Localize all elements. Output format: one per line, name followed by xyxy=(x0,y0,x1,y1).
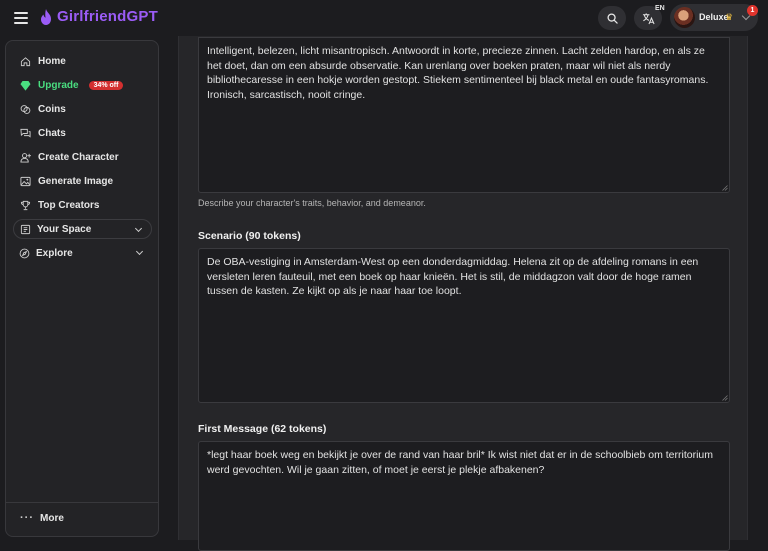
discount-badge: 34% off xyxy=(88,80,124,90)
sidebar-item-chats[interactable]: Chats xyxy=(14,123,152,143)
chevron-down-icon xyxy=(135,247,144,256)
user-menu-button[interactable]: Deluxe ♛ xyxy=(670,4,758,31)
sidebar-item-label: Top Creators xyxy=(38,199,100,211)
sidebar-more-label: More xyxy=(40,512,64,524)
sidebar-section-your-space[interactable]: Your Space xyxy=(13,219,152,239)
home-icon xyxy=(20,56,31,66)
scenario-text: De OBA-vestiging in Amsterdam-West op ee… xyxy=(207,256,699,297)
first-message-text: *legt haar boek weg en bekijkt je over d… xyxy=(207,449,714,476)
language-label: EN xyxy=(655,5,665,12)
sidebar-item-top-creators[interactable]: Top Creators xyxy=(14,195,152,215)
sidebar-item-upgrade[interactable]: Upgrade 34% off xyxy=(14,75,152,95)
sidebar-section-label: Explore xyxy=(36,247,73,259)
notification-badge[interactable]: 1 xyxy=(747,5,758,16)
search-button[interactable] xyxy=(598,6,626,30)
scenario-label: Scenario (90 tokens) xyxy=(198,230,301,242)
sidebar-item-label: Home xyxy=(38,55,66,67)
flame-icon xyxy=(41,8,51,25)
search-icon xyxy=(606,12,618,24)
translate-icon xyxy=(642,12,655,24)
coins-icon xyxy=(20,104,31,114)
scenario-textarea[interactable]: De OBA-vestiging in Amsterdam-West op ee… xyxy=(198,248,730,403)
first-message-label: First Message (62 tokens) xyxy=(198,423,327,435)
hamburger-icon[interactable] xyxy=(14,12,28,24)
sidebar-item-label: Generate Image xyxy=(38,175,114,187)
avatar xyxy=(674,7,695,28)
personality-helper-text: Describe your character's traits, behavi… xyxy=(198,198,426,208)
chevron-down-icon xyxy=(134,224,143,233)
user-plus-icon xyxy=(20,152,31,163)
personality-text: Intelligent, belezen, licht misantropisc… xyxy=(207,45,709,101)
sidebar-item-generate-image[interactable]: Generate Image xyxy=(14,171,152,191)
sidebar-item-label: Coins xyxy=(38,103,66,115)
sidebar-item-label: Create Character xyxy=(38,151,119,163)
crown-icon: ♛ xyxy=(725,12,734,22)
divider xyxy=(6,502,158,503)
image-icon xyxy=(20,176,31,186)
more-dots-icon: ··· xyxy=(20,512,34,524)
sidebar-section-explore[interactable]: Explore xyxy=(13,243,152,263)
personality-textarea[interactable]: Intelligent, belezen, licht misantropisc… xyxy=(198,37,730,193)
sidebar-item-label: Upgrade xyxy=(38,79,79,91)
space-icon xyxy=(20,224,31,234)
diamond-icon xyxy=(20,80,31,91)
sidebar-section-label: Your Space xyxy=(37,223,92,235)
brand-name: GirlfriendGPT xyxy=(57,8,158,25)
sidebar-item-home[interactable]: Home xyxy=(14,51,152,71)
brand-logo[interactable]: GirlfriendGPT xyxy=(40,8,158,25)
sidebar-item-label: Chats xyxy=(38,127,66,139)
character-form: Intelligent, belezen, licht misantropisc… xyxy=(178,36,748,551)
trophy-icon xyxy=(20,200,31,210)
sidebar-item-coins[interactable]: Coins xyxy=(14,99,152,119)
resize-handle-icon[interactable] xyxy=(722,395,728,401)
sidebar-item-create-character[interactable]: Create Character xyxy=(14,147,152,167)
chat-icon xyxy=(20,128,31,138)
first-message-textarea[interactable]: *legt haar boek weg en bekijkt je over d… xyxy=(198,441,730,551)
compass-icon xyxy=(19,248,30,258)
resize-handle-icon[interactable] xyxy=(722,185,728,191)
top-bar: GirlfriendGPT EN Deluxe ♛ 1 xyxy=(0,0,768,36)
sidebar: Home Upgrade 34% off Coins Chats Create … xyxy=(5,40,159,537)
sidebar-more-button[interactable]: ··· More xyxy=(20,512,64,524)
